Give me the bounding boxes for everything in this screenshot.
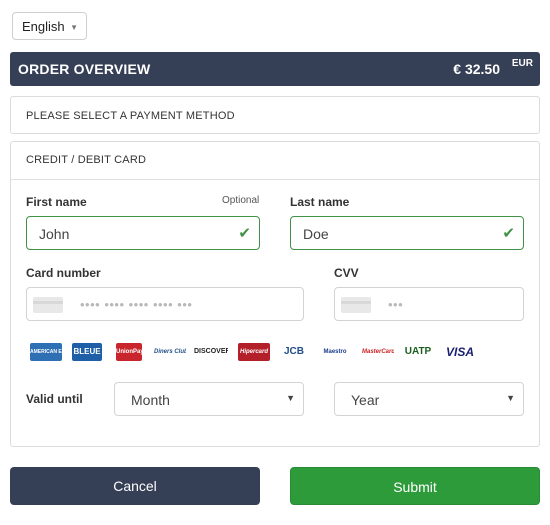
language-selected: English (22, 19, 65, 34)
card-panel-header[interactable]: CREDIT / DEBIT CARD (11, 142, 539, 180)
card-icon (33, 297, 63, 313)
order-amount: € 32.50 (453, 61, 500, 77)
diners-club-icon: Diners Club (154, 343, 186, 361)
first-name-value: John (39, 226, 70, 242)
expiry-year-value: Year (351, 392, 380, 408)
bleue-icon: BLEUE (72, 343, 102, 361)
first-name-field[interactable]: John ✔ (26, 216, 260, 250)
last-name-value: Doe (303, 226, 329, 242)
order-title: ORDER OVERVIEW (18, 61, 151, 77)
card-panel-title: CREDIT / DEBIT CARD (26, 154, 147, 166)
last-name-field[interactable]: Doe ✔ (290, 216, 524, 250)
payment-method-prompt-label: PLEASE SELECT A PAYMENT METHOD (26, 110, 235, 122)
card-number-placeholder: •••• •••• •••• •••• ••• (80, 297, 193, 312)
payment-method-prompt[interactable]: PLEASE SELECT A PAYMENT METHOD (10, 96, 540, 134)
mastercard-icon: MasterCard (362, 343, 394, 361)
order-overview-bar: ORDER OVERVIEW € 32.50 EUR (10, 52, 540, 86)
valid-until-label: Valid until (26, 392, 83, 406)
first-name-label: First name (26, 195, 87, 209)
submit-button[interactable]: Submit (290, 467, 540, 505)
chevron-down-icon: ▼ (70, 23, 78, 32)
card-number-label: Card number (26, 266, 101, 280)
card-number-field[interactable]: •••• •••• •••• •••• ••• (26, 287, 304, 321)
unionpay-icon: UnionPay (116, 343, 142, 361)
chevron-down-icon: ▼ (506, 393, 515, 403)
chevron-down-icon: ▼ (286, 393, 295, 403)
order-currency: EUR (511, 58, 533, 69)
jcb-icon: JCB (282, 343, 306, 361)
visa-icon: VISA (444, 343, 476, 361)
optional-label: Optional (222, 195, 260, 206)
cvv-field[interactable]: ••• (334, 287, 524, 321)
last-name-label: Last name (290, 195, 350, 209)
expiry-year-select[interactable]: Year ▼ (334, 382, 524, 416)
card-icon (341, 297, 371, 313)
uatp-icon: UATP (402, 343, 434, 361)
cvv-label: CVV (334, 266, 359, 280)
check-icon: ✔ (502, 225, 515, 242)
maestro-icon: Maestro (320, 343, 350, 361)
cvv-placeholder: ••• (388, 297, 404, 312)
discover-icon: DISCOVER (194, 343, 228, 361)
cancel-button[interactable]: Cancel (10, 467, 260, 505)
amex-icon: AMERICAN EXPRESS (30, 343, 62, 361)
expiry-month-select[interactable]: Month ▼ (114, 382, 304, 416)
expiry-month-value: Month (131, 392, 170, 408)
hipercard-icon: Hipercard (238, 343, 270, 361)
language-select[interactable]: English ▼ (12, 12, 87, 40)
check-icon: ✔ (238, 225, 251, 242)
